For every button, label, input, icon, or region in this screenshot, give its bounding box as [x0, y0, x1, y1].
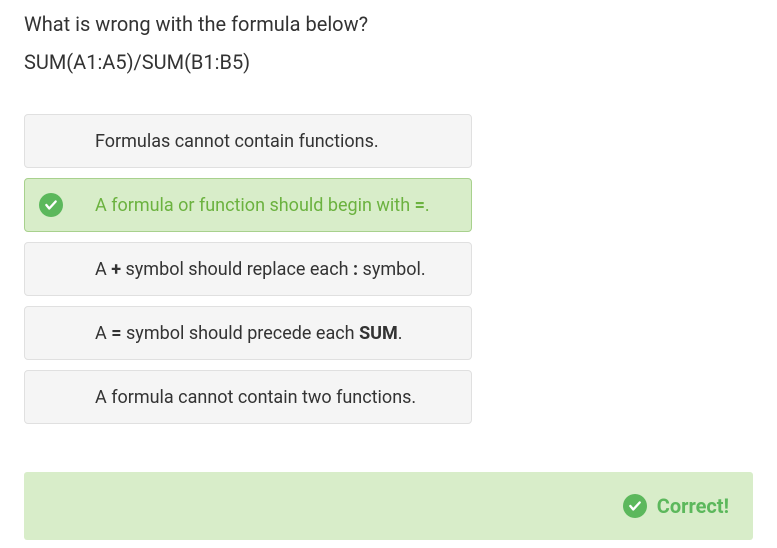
feedback-banner: Correct!	[24, 472, 753, 540]
option-3[interactable]: A = symbol should precede each SUM.	[24, 306, 472, 360]
option-0[interactable]: Formulas cannot contain functions.	[24, 114, 472, 168]
option-1[interactable]: A formula or function should begin with …	[24, 178, 472, 232]
option-text: A formula cannot contain two functions.	[73, 387, 457, 408]
option-text: A formula or function should begin with …	[73, 195, 457, 216]
check-icon	[39, 193, 63, 217]
option-icon-slot	[39, 193, 73, 217]
check-icon	[623, 494, 647, 518]
question-title: What is wrong with the formula below?	[24, 12, 753, 36]
options-list: Formulas cannot contain functions. A form…	[24, 114, 472, 424]
feedback-text: Correct!	[657, 494, 729, 518]
option-text: A + symbol should replace each : symbol.	[73, 259, 457, 280]
option-4[interactable]: A formula cannot contain two functions.	[24, 370, 472, 424]
option-2[interactable]: A + symbol should replace each : symbol.	[24, 242, 472, 296]
option-text: A = symbol should precede each SUM.	[73, 323, 457, 344]
option-text: Formulas cannot contain functions.	[73, 131, 457, 152]
question-formula: SUM(A1:A5)/SUM(B1:B5)	[24, 50, 753, 74]
